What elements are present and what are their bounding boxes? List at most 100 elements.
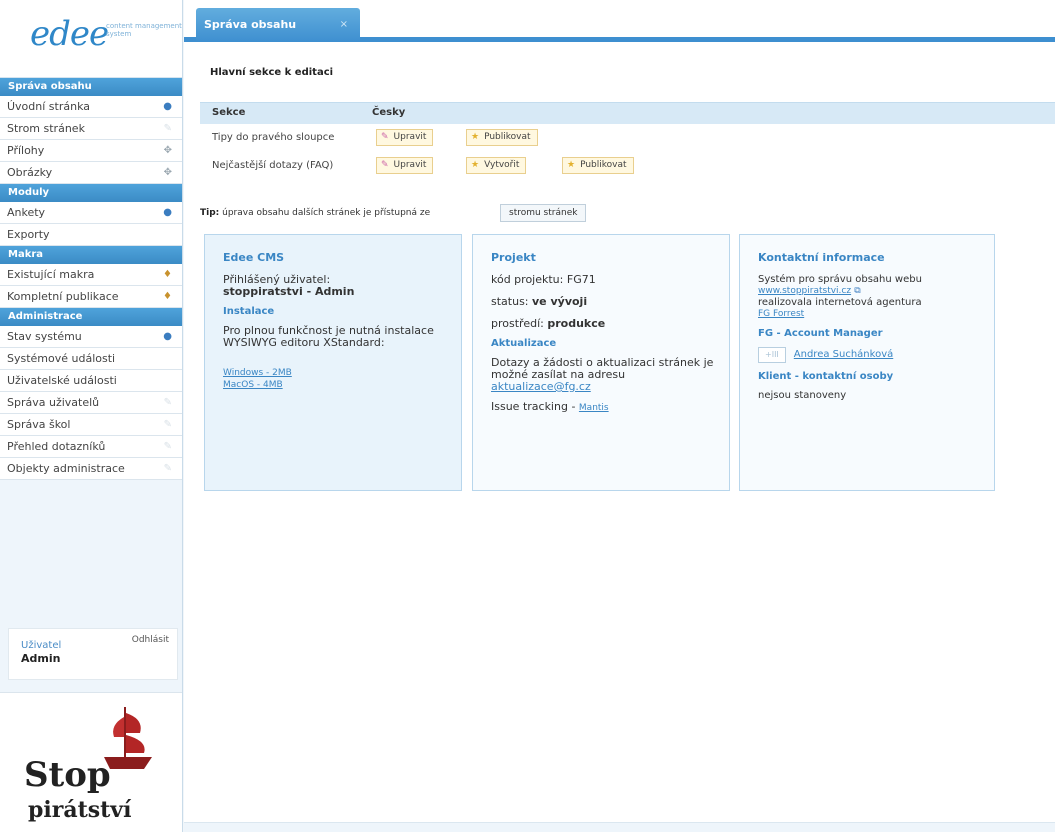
pencil-icon: ✎ [163,419,172,430]
macro-icon: ♦ [163,269,172,280]
close-icon[interactable]: × [340,8,348,42]
user-panel: Uživatel Admin Odhlásit [8,628,178,680]
sidebar-item-questionnaires[interactable]: Přehled dotazníků ✎ [0,436,182,458]
sidebar-item-polls[interactable]: Ankety ● [0,202,182,224]
tab-strip: Správa obsahu × [184,0,1055,42]
project-env: prostředí: produkce [491,318,717,330]
publish-icon: ★ [567,160,576,170]
sidebar-item-full-publish[interactable]: Kompletní publikace ♦ [0,286,182,308]
pencil-icon: ✎ [163,463,172,474]
sidebar-item-system-status[interactable]: Stav systému ● [0,326,182,348]
macos-download-link[interactable]: MacOS - 4MB [223,379,449,391]
project-status-value: ve vývoji [532,295,588,308]
issue-tracking: Issue tracking - Mantis [491,401,717,414]
sidebar-item-label: Strom stránek [7,122,85,135]
mantis-link[interactable]: Mantis [579,403,609,413]
contact-badge: +III [758,347,786,363]
sidebar: edee content management system Správa ob… [0,0,183,832]
client-contacts-text: nejsou stanoveny [758,390,847,401]
sidebar-item-attachments[interactable]: Přílohy ✥ [0,140,182,162]
sidebar-item-user-events[interactable]: Uživatelské události [0,370,182,392]
create-button[interactable]: ★ Vytvořit [466,157,527,174]
install-title: Instalace [223,306,275,317]
publish-button[interactable]: ★ Publikovat [466,129,538,146]
update-body: Dotazy a žádosti o aktualizaci stránek j… [491,356,714,381]
project-env-value: produkce [547,317,606,330]
button-label: Upravit [393,132,427,142]
sidebar-item-label: Přílohy [7,144,45,157]
pencil-icon: ✎ [163,123,172,134]
page-tree-button[interactable]: stromu stránek [500,204,587,222]
edit-button[interactable]: ✎ Upravit [376,157,434,174]
button-label: Upravit [393,160,427,170]
sidebar-item-label: Kompletní publikace [7,290,119,303]
project-info-box: Projekt kód projektu: FG71 status: ve vý… [472,234,730,491]
sidebar-item-page-tree[interactable]: Strom stránek ✎ [0,118,182,140]
sidebar-item-user-management[interactable]: Správa uživatelů ✎ [0,392,182,414]
update-email-link[interactable]: aktualizace@fg.cz [491,380,591,393]
sidebar-item-schools[interactable]: Správa škol ✎ [0,414,182,436]
sections-table: Sekce Česky Tipy do pravého sloupce ✎ Upr… [200,102,1055,180]
client-contacts-title: Klient - kontaktní osoby [758,371,894,382]
column-header-czech: Česky [372,107,406,118]
project-code-label: kód projektu: [491,273,564,286]
tip-body: úprava obsahu dalších stránek je přístup… [222,208,431,218]
sidebar-item-label: Systémové události [7,352,116,365]
tip-text: Tip: úprava obsahu dalších stránek je př… [200,208,430,218]
logout-link[interactable]: Odhlásit [132,635,169,645]
table-row: Tipy do pravého sloupce ✎ Upravit ★ Publik… [200,124,1055,152]
project-status: status: ve vývoji [491,296,717,308]
sidebar-item-existing-macros[interactable]: Existující makra ♦ [0,264,182,286]
sidebar-section-content: Správa obsahu [0,78,182,96]
logo-text: edee [30,14,109,54]
globe-icon: ● [163,101,172,112]
macro-icon: ♦ [163,291,172,302]
user-label: Uživatel [21,640,62,651]
sidebar-item-label: Stav systému [7,330,82,343]
sidebar-item-label: Přehled dotazníků [7,440,106,453]
contact-text-before: Systém pro správu obsahu webu [758,274,922,285]
sidebar-item-exports[interactable]: Exporty [0,224,182,246]
account-manager: +III Andrea Suchánková [758,347,982,363]
row-label: Nejčastější dotazy (FAQ) [212,160,334,171]
sidebar-section-macros: Makra [0,246,182,264]
brand-logo: Stop pirátství [0,692,182,832]
page-title: Hlavní sekce k editaci [210,67,334,78]
sidebar-item-system-events[interactable]: Systémové události [0,348,182,370]
contact-info-box: Kontaktní informace Systém pro správu ob… [739,234,995,491]
sidebar-item-label: Existující makra [7,268,95,281]
sidebar-item-label: Úvodní stránka [7,100,90,113]
project-code: kód projektu: FG71 [491,274,717,286]
site-link[interactable]: www.stoppiratstvi.cz [758,286,851,296]
user-name: Admin [21,652,61,665]
sidebar-item-images[interactable]: Obrázky ✥ [0,162,182,184]
sidebar-item-admin-objects[interactable]: Objekty administrace ✎ [0,458,182,480]
attachment-icon: ✥ [163,145,172,156]
account-manager-link[interactable]: Andrea Suchánková [794,349,893,360]
publish-icon: ★ [471,132,480,142]
tab-content-management[interactable]: Správa obsahu × [196,8,360,42]
brand-stop: Stop [24,755,111,795]
update-text: Dotazy a žádosti o aktualizaci stránek j… [491,357,717,393]
windows-download-link[interactable]: Windows - 2MB [223,367,449,379]
box-title: Edee CMS [223,251,285,264]
tab-label: Správa obsahu [204,18,297,31]
account-manager-title: FG - Account Manager [758,328,883,339]
logo[interactable]: edee content management system [0,0,182,78]
box-title: Projekt [491,251,536,264]
sidebar-item-label: Objekty administrace [7,462,125,475]
sidebar-section-admin: Administrace [0,308,182,326]
publish-button[interactable]: ★ Publikovat [562,157,634,174]
project-code-value: FG71 [566,273,596,286]
edit-button[interactable]: ✎ Upravit [376,129,434,146]
project-env-label: prostředí: [491,317,544,330]
sidebar-item-label: Uživatelské události [7,374,117,387]
sidebar-item-homepage[interactable]: Úvodní stránka ● [0,96,182,118]
sidebar-item-label: Správa škol [7,418,71,431]
brand-piratstvi: pirátství [28,797,132,823]
sidebar-item-label: Ankety [7,206,46,219]
box-title: Kontaktní informace [758,251,885,264]
table-header: Sekce Česky [200,102,1055,124]
agency-link[interactable]: FG Forrest [758,309,804,319]
pencil-icon: ✎ [163,397,172,408]
